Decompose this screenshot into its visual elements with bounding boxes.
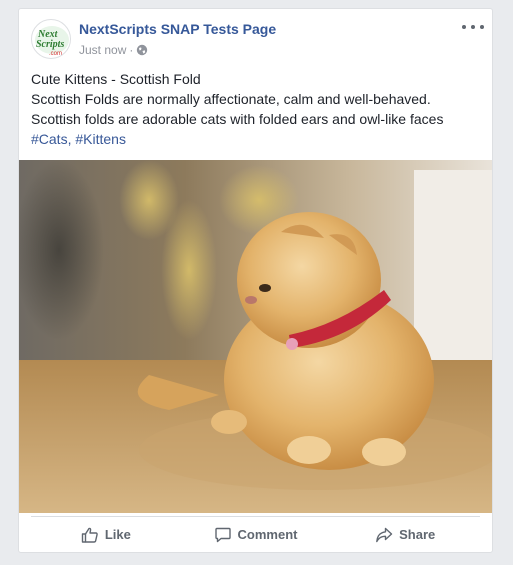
share-button[interactable]: Share <box>330 518 480 552</box>
hashtag-kittens[interactable]: #Kittens <box>75 131 126 147</box>
share-label: Share <box>399 527 436 542</box>
like-label: Like <box>104 527 131 542</box>
comment-button[interactable]: Comment <box>181 518 331 552</box>
comment-label: Comment <box>237 527 298 542</box>
like-icon <box>81 527 98 543</box>
post-text-line: Scottish folds are adorable cats with fo… <box>31 111 444 127</box>
kitten-photo <box>19 160 492 513</box>
post-card: Next Scripts .com NextScripts SNAP Tests… <box>18 8 493 553</box>
share-icon <box>376 527 393 542</box>
action-bar: Like Comment Share <box>31 516 480 552</box>
comment-icon <box>214 527 231 542</box>
post-meta: Just now · <box>79 43 148 57</box>
hashtag-cats[interactable]: #Cats <box>31 131 68 147</box>
globe-icon[interactable] <box>136 44 148 56</box>
post-text-line: Cute Kittens - Scottish Fold <box>31 71 201 87</box>
meta-separator: · <box>129 43 134 57</box>
logo-text-scripts: Scripts <box>36 39 64 50</box>
post-text: Cute Kittens - Scottish Fold Scottish Fo… <box>31 69 480 129</box>
avatar[interactable]: Next Scripts .com <box>31 19 71 59</box>
timestamp[interactable]: Just now <box>79 43 126 57</box>
nextscripts-logo: Next Scripts .com <box>35 26 69 57</box>
logo-text-com: .com <box>49 51 62 57</box>
post-image[interactable] <box>19 160 492 513</box>
page-name[interactable]: NextScripts SNAP Tests Page <box>79 21 276 37</box>
post-header: Next Scripts .com NextScripts SNAP Tests… <box>31 19 484 63</box>
post-text-line: Scottish Folds are normally affectionate… <box>31 91 431 107</box>
hashtags: #Cats, #Kittens <box>31 131 126 147</box>
more-options-icon[interactable] <box>462 19 484 35</box>
like-button[interactable]: Like <box>31 518 181 552</box>
